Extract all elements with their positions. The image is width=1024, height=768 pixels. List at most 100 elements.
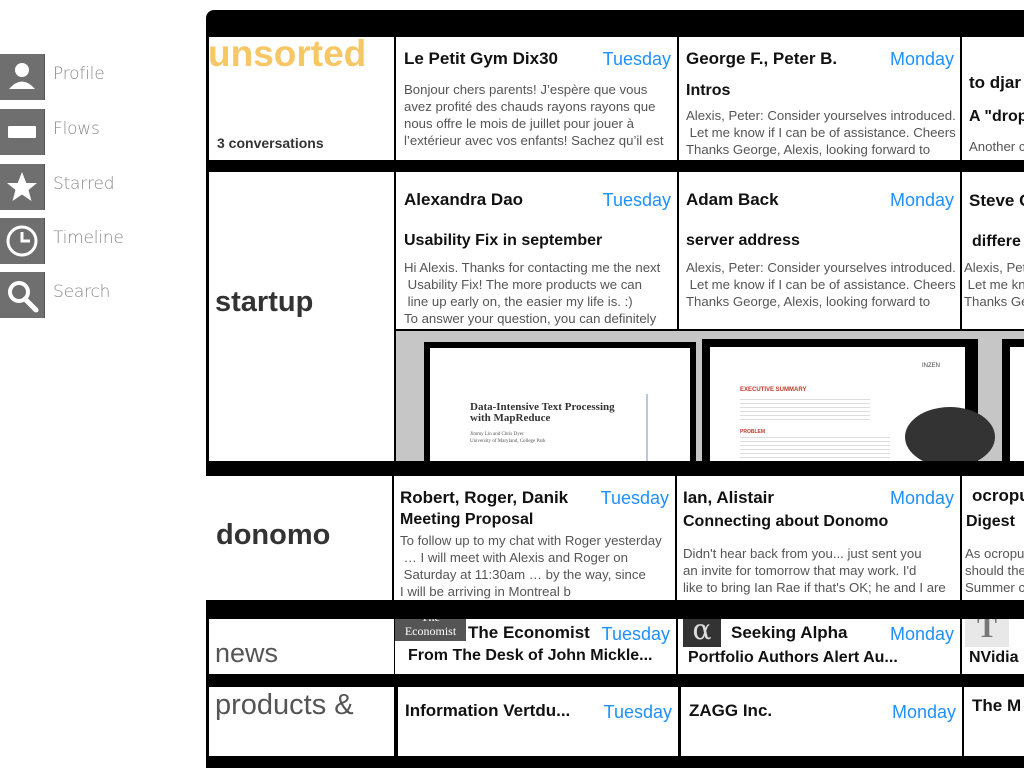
news-card[interactable]: T NVidia bbox=[962, 619, 1024, 674]
preview: Bonjour chers parents! J’espère que vous… bbox=[404, 82, 664, 148]
group-label-startup[interactable]: startup bbox=[209, 172, 394, 461]
subject: From The Desk of John Mickle... bbox=[408, 647, 653, 664]
newspaper-logo-icon: T bbox=[965, 619, 1009, 647]
preview: Alexis, Peter: Consider yourselves intro… bbox=[686, 108, 956, 157]
sender: Le Petit Gym Dix30 bbox=[404, 49, 559, 68]
product-card[interactable]: ZAGG Inc. Monday bbox=[681, 687, 962, 756]
star-icon bbox=[0, 164, 45, 210]
nav-search[interactable]: Search bbox=[0, 272, 200, 318]
document-page bbox=[1010, 347, 1024, 461]
conversation-card[interactable]: Le Petit Gym Dix30 Tuesday Bonjour chers… bbox=[396, 37, 677, 160]
preview: To follow up to my chat with Roger yeste… bbox=[400, 533, 662, 599]
day: Tuesday bbox=[602, 49, 671, 69]
document-rule bbox=[646, 394, 648, 461]
day: Tuesday bbox=[602, 190, 671, 210]
day: Monday bbox=[889, 49, 954, 69]
sender: to djar bbox=[969, 73, 1021, 92]
document-text-block bbox=[740, 399, 870, 423]
subject: differe bbox=[972, 233, 1021, 250]
sidebar: Profile Flows Starred Timeline Search bbox=[0, 0, 206, 768]
subject: Usability Fix in september bbox=[404, 232, 603, 249]
conversation-card[interactable]: Steve C differe Alexis, Pet Let me kn Th… bbox=[962, 172, 1024, 329]
person-icon bbox=[0, 54, 45, 100]
group-name-products: products & bbox=[215, 689, 354, 721]
nav-starred-label: Starred bbox=[53, 174, 115, 194]
conversation-card[interactable]: Alexandra Dao Tuesday Usability Fix in s… bbox=[396, 172, 677, 329]
preview: Another c bbox=[969, 139, 1024, 154]
conversation-card[interactable]: ocropu Digest As ocropu should the Summe… bbox=[962, 476, 1024, 600]
sender: Ian, Alistair bbox=[683, 488, 775, 507]
document-title: Data-Intensive Text Processing with MapR… bbox=[470, 401, 615, 424]
day: Tuesday bbox=[601, 624, 670, 644]
conversation-card[interactable]: George F., Peter B. Monday Intros Alexis… bbox=[679, 37, 960, 160]
attachment-thumbnail[interactable] bbox=[1002, 339, 1024, 461]
flows-icon bbox=[0, 109, 45, 155]
conversation-card[interactable]: Ian, Alistair Monday Connecting about Do… bbox=[677, 476, 960, 600]
nav-search-label: Search bbox=[53, 282, 111, 302]
nav-timeline-label: Timeline bbox=[53, 228, 124, 248]
nav-profile-label: Profile bbox=[53, 64, 105, 84]
sender: Robert, Roger, Danik bbox=[400, 488, 569, 507]
attachment-thumbnail[interactable]: Data-Intensive Text Processing with MapR… bbox=[424, 342, 696, 461]
day: Tuesday bbox=[603, 702, 672, 722]
product-card[interactable]: Information Vertdu... Tuesday bbox=[398, 687, 678, 756]
group-label-products[interactable]: products & bbox=[209, 687, 394, 756]
sender: The Economist bbox=[468, 623, 590, 642]
nav-starred[interactable]: Starred bbox=[0, 164, 200, 210]
document-text-block bbox=[740, 437, 890, 461]
news-card[interactable]: The Economist The Economist Tuesday From… bbox=[395, 619, 676, 674]
conversation-count: 3 conversations bbox=[217, 135, 324, 151]
group-label-news[interactable]: news bbox=[209, 619, 394, 674]
conversation-card[interactable]: Adam Back Monday server address Alexis, … bbox=[679, 172, 960, 329]
sender: Seeking Alpha bbox=[731, 623, 848, 642]
subject: Connecting about Donomo bbox=[683, 513, 889, 530]
nav-profile[interactable]: Profile bbox=[0, 54, 200, 100]
sender: ZAGG Inc. bbox=[689, 701, 773, 720]
subject: A "drop bbox=[969, 108, 1024, 125]
search-icon bbox=[0, 272, 45, 318]
sender: Alexandra Dao bbox=[404, 190, 524, 209]
nav-flows[interactable]: Flows bbox=[0, 109, 200, 155]
group-label-unsorted[interactable]: unsorted 3 conversations bbox=[209, 37, 394, 160]
nav-flows-label: Flows bbox=[53, 119, 100, 139]
preview: Hi Alexis. Thanks for contacting me the … bbox=[404, 260, 661, 326]
news-card[interactable]: α Seeking Alpha Monday Portfolio Authors… bbox=[678, 619, 960, 674]
conversation-card[interactable]: Robert, Roger, Danik Tuesday Meeting Pro… bbox=[394, 476, 675, 600]
document-page: Data-Intensive Text Processing with MapR… bbox=[430, 348, 690, 461]
group-name-donomo: donomo bbox=[216, 519, 331, 551]
subject: NVidia bbox=[969, 649, 1019, 666]
sender: The M bbox=[972, 696, 1022, 715]
preview: Alexis, Pet Let me kn Thanks Ge bbox=[964, 260, 1024, 309]
document-affiliation: University of Maryland, College Park bbox=[470, 439, 546, 444]
seeking-alpha-logo-icon: α bbox=[683, 619, 721, 647]
document-subheading: PROBLEM bbox=[740, 429, 765, 435]
document-page: EXECUTIVE SUMMARY INZEN PROBLEM bbox=[710, 347, 995, 461]
group-name-unsorted: unsorted bbox=[209, 37, 367, 74]
preview: As ocropu should the Summer c bbox=[965, 546, 1024, 595]
day: Monday bbox=[889, 488, 954, 508]
sender: Steve C bbox=[969, 191, 1024, 210]
group-name-news: news bbox=[215, 638, 279, 668]
sender: George F., Peter B. bbox=[686, 49, 838, 68]
group-name-startup: startup bbox=[215, 286, 314, 318]
sender: ocropu bbox=[972, 486, 1024, 505]
flows-grid: unsorted 3 conversations Le Petit Gym Di… bbox=[206, 10, 1024, 768]
day: Monday bbox=[889, 624, 954, 644]
subject: server address bbox=[686, 232, 800, 249]
attachment-thumbnail[interactable]: EXECUTIVE SUMMARY INZEN PROBLEM bbox=[702, 339, 995, 461]
day: Monday bbox=[891, 702, 956, 722]
product-card[interactable]: The M bbox=[964, 687, 1024, 756]
conversation-card[interactable]: to djar A "drop Another c bbox=[962, 37, 1024, 160]
day: Monday bbox=[889, 190, 954, 210]
preview: Didn't hear back from you... just sent y… bbox=[683, 546, 946, 595]
document-heading: EXECUTIVE SUMMARY bbox=[740, 387, 807, 393]
sender: Information Vertdu... bbox=[405, 701, 571, 720]
subject: Meeting Proposal bbox=[400, 511, 534, 528]
attachment-strip: Data-Intensive Text Processing with MapR… bbox=[396, 331, 1024, 461]
preview: Alexis, Peter: Consider yourselves intro… bbox=[686, 260, 956, 309]
subject: Digest bbox=[966, 513, 1015, 530]
economist-logo-icon: The Economist bbox=[395, 619, 466, 641]
nav-timeline[interactable]: Timeline bbox=[0, 218, 200, 264]
group-label-donomo[interactable]: donomo bbox=[206, 476, 392, 600]
sender: Adam Back bbox=[686, 190, 779, 209]
